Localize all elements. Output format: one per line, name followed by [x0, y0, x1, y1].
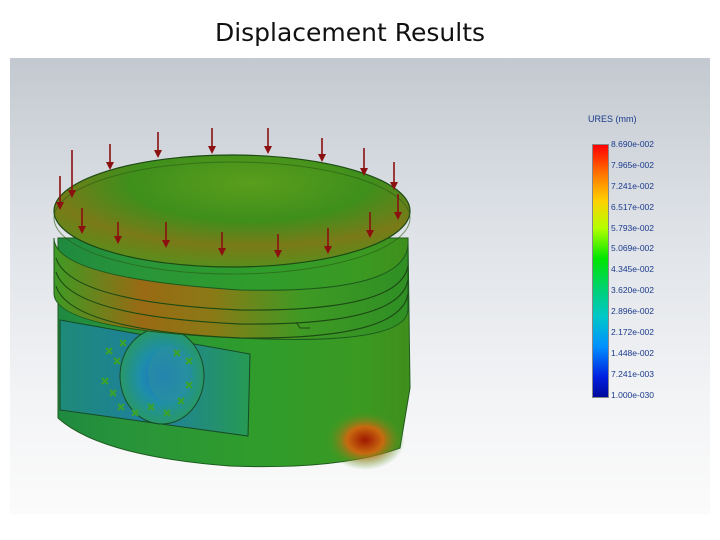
legend-color-bar — [592, 144, 609, 398]
legend-label: 2.172e-002 — [611, 327, 655, 338]
legend-label: 3.620e-002 — [611, 285, 655, 296]
load-arrow-head — [154, 150, 162, 158]
slide-title: Displacement Results — [214, 18, 486, 47]
simulation-viewport[interactable]: URES (mm) 8.690e-002 7.965e-002 7.241e-0… — [10, 58, 710, 514]
legend-label: 8.690e-002 — [611, 139, 655, 149]
legend-label: 2.896e-002 — [611, 306, 655, 317]
legend-label: 7.241e-003 — [611, 368, 655, 379]
legend-label: 7.241e-002 — [611, 180, 655, 191]
legend-label: 4.345e-002 — [611, 264, 655, 275]
legend-label: 6.517e-002 — [611, 201, 655, 212]
results-legend: URES (mm) 8.690e-002 7.965e-002 7.241e-0… — [588, 114, 698, 404]
legend-label: 1.448e-002 — [611, 347, 655, 358]
load-arrow-head — [208, 146, 216, 154]
load-arrow-head — [318, 154, 326, 162]
legend-label: 1.000e-030 — [611, 389, 655, 400]
legend-labels: 8.690e-002 7.965e-002 7.241e-002 6.517e-… — [611, 138, 654, 410]
legend-label: 5.069e-002 — [611, 243, 655, 254]
load-arrow-head — [264, 146, 272, 154]
legend-label: 5.793e-002 — [611, 222, 655, 233]
legend-label: 7.965e-002 — [611, 159, 655, 170]
legend-title: URES (mm) — [588, 114, 637, 124]
